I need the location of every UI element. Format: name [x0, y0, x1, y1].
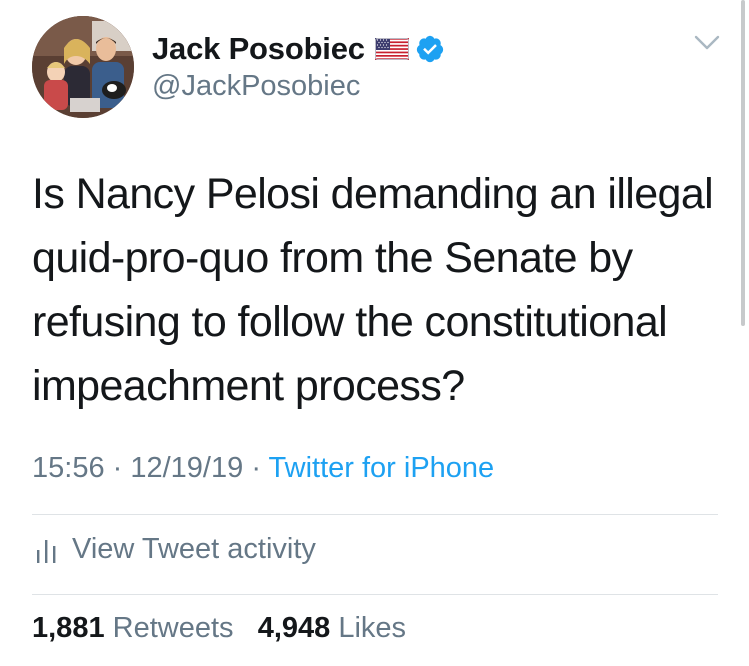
retweets-label: Retweets [112, 612, 234, 644]
tweet-date[interactable]: 12/19/19 [130, 452, 243, 484]
likes-stat[interactable]: 4,948 Likes [258, 612, 406, 644]
likes-count: 4,948 [257, 612, 331, 644]
user-handle[interactable]: @JackPosobiec [152, 70, 360, 103]
scrollbar[interactable] [741, 0, 745, 326]
display-name[interactable]: Jack Posobiec [152, 31, 365, 67]
tweet-text-line: impeachment process? [32, 362, 465, 410]
chevron-down-icon[interactable] [693, 33, 721, 53]
meta-separator: · [251, 452, 269, 484]
us-flag-icon [374, 38, 409, 60]
verified-badge-icon [415, 34, 445, 64]
tweet-text-line: Is Nancy Pelosi demanding an illegal [32, 170, 714, 218]
tweet-meta: 15:56 · 12/19/19 · Twitter for iPhone [32, 452, 494, 485]
view-tweet-activity-button[interactable]: View Tweet activity [32, 533, 316, 566]
tweet-stats: 1,881 Retweets 4,948 Likes [32, 612, 406, 645]
tweet-source-link[interactable]: Twitter for iPhone [269, 452, 495, 484]
divider [32, 594, 718, 595]
tweet-time[interactable]: 15:56 [32, 452, 105, 484]
view-tweet-activity-label[interactable]: View Tweet activity [72, 533, 316, 566]
profile-photo-family [32, 16, 134, 118]
retweets-count: 1,881 [32, 612, 105, 644]
tweet-text-line: refusing to follow the constitutional [32, 298, 668, 346]
meta-separator: · [112, 452, 131, 484]
bar-chart-icon [37, 539, 56, 563]
retweets-stat[interactable]: 1,881 Retweets [32, 612, 234, 644]
avatar[interactable] [32, 16, 134, 118]
tweet-text-line: quid-pro-quo from the Senate by [32, 234, 633, 282]
tweet-detail: Jack Posobiec @JackPosobiec Is Nancy Pel… [0, 0, 749, 666]
author-name-row[interactable]: Jack Posobiec [152, 29, 445, 69]
divider [32, 514, 718, 515]
tweet-text: Is Nancy Pelosi demanding an illegal qui… [32, 162, 722, 418]
likes-label: Likes [338, 612, 407, 644]
